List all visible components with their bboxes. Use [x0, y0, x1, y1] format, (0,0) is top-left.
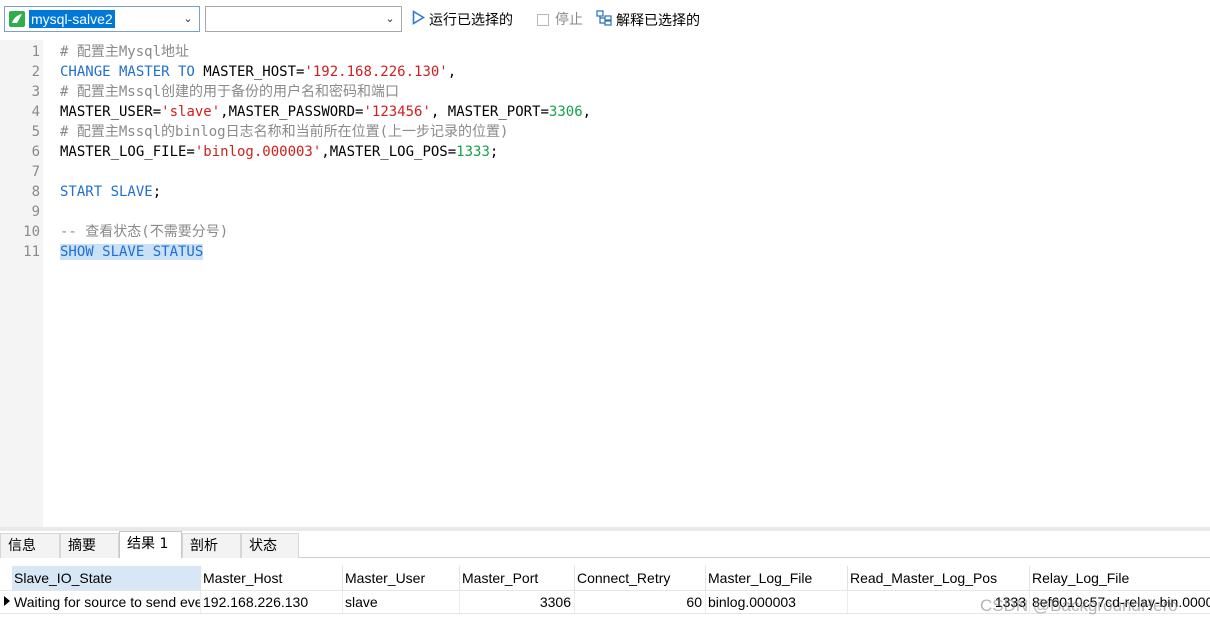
explain-selected-button[interactable]: 解释已选择的 — [596, 10, 700, 30]
column-header[interactable]: Relay_Log_File — [1030, 566, 1210, 590]
code-line-5: # 配置主Mssql的binlog日志名称和当前所在位置(上一步记录的位置) — [60, 122, 508, 142]
tab-summary[interactable]: 摘要 — [60, 533, 119, 558]
run-selected-label: 运行已选择的 — [429, 12, 513, 29]
line-number: 7 — [31, 164, 40, 180]
chevron-down-icon[interactable]: ⌄ — [181, 11, 195, 27]
line-number: 8 — [31, 184, 40, 200]
watermark: CSDN @BackgroundHero — [980, 596, 1178, 615]
sql-text: MASTER_USER= — [60, 104, 162, 120]
code-line-8: START SLAVE; — [60, 182, 161, 202]
sql-text: MASTER_HOST= — [194, 64, 305, 80]
chevron-down-icon[interactable]: ⌄ — [383, 11, 397, 27]
code-line-6: MASTER_LOG_FILE='binlog.000003',MASTER_L… — [60, 142, 498, 162]
sql-text: ,MASTER_PASSWORD= — [220, 104, 364, 120]
code-line-4: MASTER_USER='slave',MASTER_PASSWORD='123… — [60, 102, 591, 122]
explain-icon — [596, 10, 612, 32]
code-line-2: CHANGE MASTER TO MASTER_HOST='192.168.22… — [60, 62, 456, 82]
sql-text: ; — [489, 144, 499, 160]
line-number: 4 — [31, 104, 40, 120]
table-cell[interactable]: slave — [343, 591, 460, 613]
current-row-indicator-icon — [4, 596, 10, 606]
run-selected-button[interactable]: 运行已选择的 — [412, 10, 513, 30]
tab-status[interactable]: 状态 — [241, 533, 299, 558]
table-cell[interactable]: 60 — [575, 591, 706, 613]
sql-string: 'slave' — [161, 104, 221, 120]
sql-comment: -- 查看状态(不需要分号) — [60, 224, 229, 240]
tab-profile[interactable]: 剖析 — [182, 533, 241, 558]
sql-text: , — [447, 64, 457, 80]
line-number: 10 — [23, 224, 40, 240]
sql-number: 3306 — [548, 104, 583, 120]
sql-string: 'binlog.000003' — [194, 144, 322, 160]
sql-text: ; — [152, 184, 162, 200]
toolbar: mysql-salve2 ⌄ ⌄ 运行已选择的 停止 解释已选择的 — [0, 0, 1210, 40]
column-header[interactable]: Read_Master_Log_Pos — [848, 566, 1030, 590]
stop-label: 停止 — [555, 12, 583, 28]
tab-info[interactable]: 信息 — [0, 533, 60, 558]
sql-comment: # 配置主Mysql地址 — [60, 44, 190, 60]
database-select[interactable]: ⌄ — [205, 6, 402, 32]
line-number: 11 — [23, 244, 40, 260]
stop-icon — [537, 14, 549, 26]
sql-text: MASTER_LOG_FILE= — [60, 144, 195, 160]
column-header[interactable]: Master_Log_File — [706, 566, 848, 590]
column-header[interactable]: Master_Host — [201, 566, 343, 590]
code-line-11: SHOW SLAVE STATUS — [60, 242, 204, 262]
sql-string: '192.168.226.130' — [304, 64, 448, 80]
sql-text: , — [582, 104, 592, 120]
play-icon — [412, 10, 426, 31]
sql-editor[interactable]: 1 2 3 4 5 6 7 8 9 10 11 # 配置主Mysql地址 CHA… — [0, 40, 1210, 527]
line-number: 1 — [31, 44, 40, 60]
sql-keyword: START SLAVE — [60, 184, 153, 200]
line-number: 5 — [31, 124, 40, 140]
code-line-1: # 配置主Mysql地址 — [60, 42, 189, 62]
table-cell[interactable]: binlog.000003 — [706, 591, 848, 613]
database-select-value — [210, 10, 214, 28]
line-number: 9 — [31, 204, 40, 220]
column-header[interactable]: Master_Port — [460, 566, 575, 590]
sql-number: 1333 — [456, 144, 490, 160]
code-line-10: -- 查看状态(不需要分号) — [60, 222, 228, 242]
table-cell[interactable]: 3306 — [460, 591, 575, 613]
connection-select[interactable]: mysql-salve2 ⌄ — [4, 6, 200, 32]
code-line-3: # 配置主Mssql创建的用于备份的用户名和密码和端口 — [60, 82, 399, 102]
line-number: 3 — [31, 84, 40, 100]
sql-text: ,MASTER_LOG_POS= — [321, 144, 457, 160]
sql-string: '123456' — [363, 104, 431, 120]
sql-keyword: CHANGE MASTER TO — [60, 64, 195, 80]
table-cell[interactable]: 192.168.226.130 — [201, 591, 343, 613]
column-header[interactable]: Slave_IO_State — [12, 566, 201, 590]
tab-result-1[interactable]: 结果 1 — [119, 531, 182, 559]
sql-comment: # 配置主Mssql创建的用于备份的用户名和密码和端口 — [60, 84, 399, 100]
sql-text: , MASTER_PORT= — [430, 104, 549, 120]
selected-sql: SHOW SLAVE STATUS — [60, 244, 204, 260]
column-header[interactable]: Master_User — [343, 566, 460, 590]
line-number: 6 — [31, 144, 40, 160]
explain-selected-label: 解释已选择的 — [616, 13, 700, 29]
stop-button[interactable]: 停止 — [537, 10, 583, 30]
mysql-connection-icon — [9, 11, 25, 27]
line-number: 2 — [31, 64, 40, 80]
table-cell[interactable]: Waiting for source to send event — [12, 591, 201, 613]
result-tabs: 信息 摘要 结果 1 剖析 状态 — [0, 531, 1210, 559]
connection-select-value: mysql-salve2 — [29, 10, 115, 28]
column-header[interactable]: Connect_Retry — [575, 566, 706, 590]
sql-comment: # 配置主Mssql的binlog日志名称和当前所在位置(上一步记录的位置) — [60, 124, 509, 140]
result-grid: Slave_IO_State Master_Host Master_User M… — [0, 558, 1210, 628]
